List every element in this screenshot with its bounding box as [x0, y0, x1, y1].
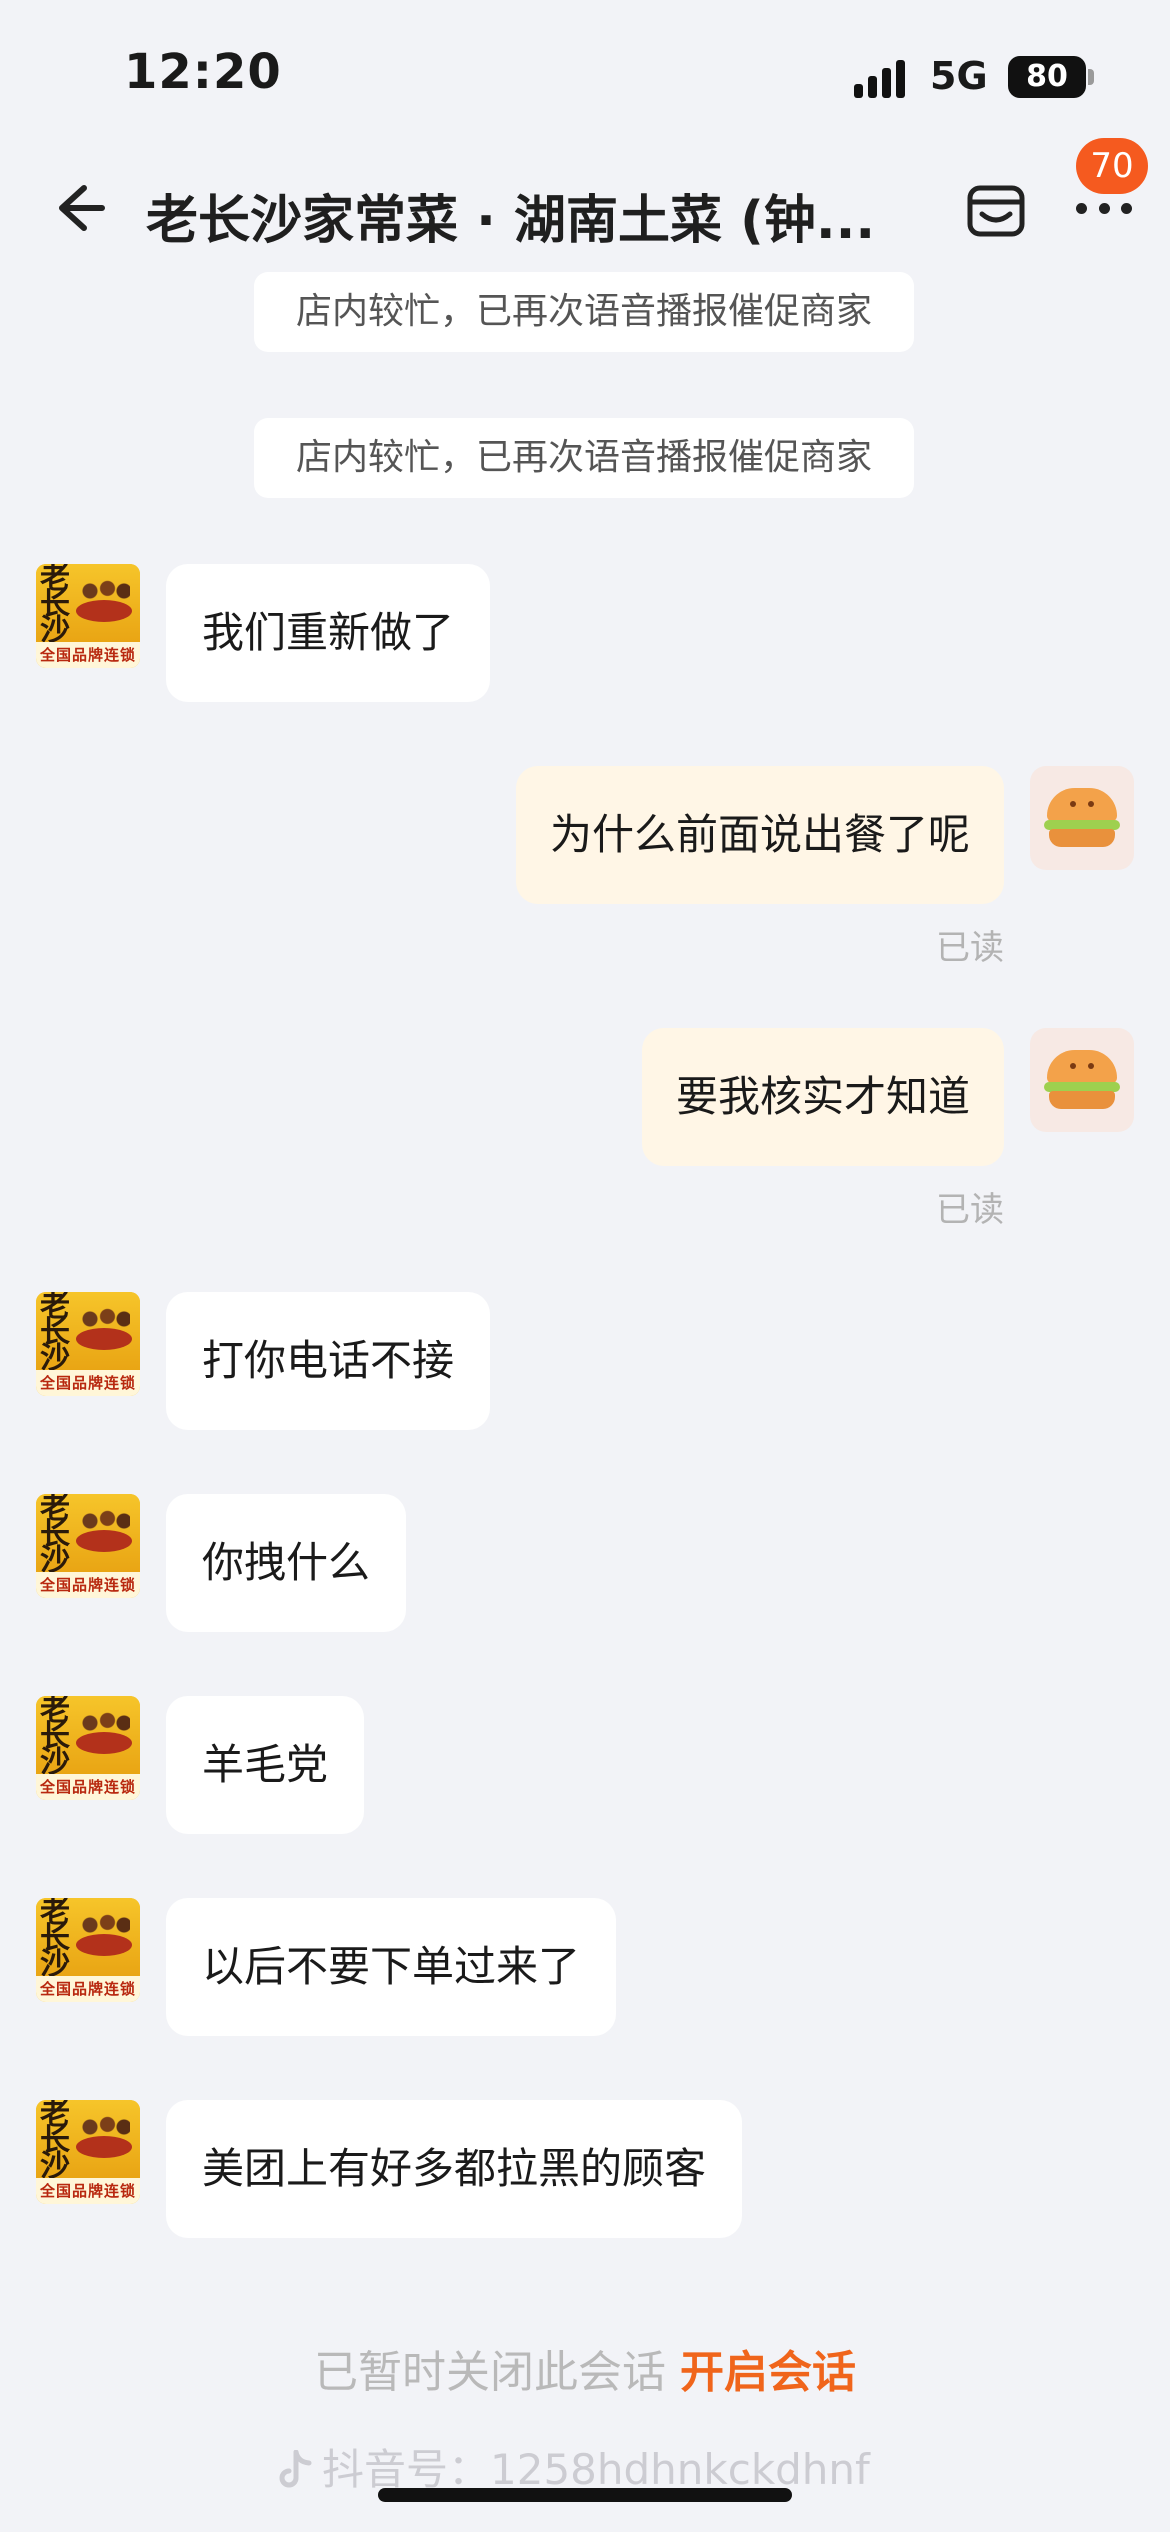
home-indicator[interactable] [378, 2488, 792, 2502]
message-bubble[interactable]: 我们重新做了 [166, 564, 491, 702]
message-row-merchant: 老长沙 全国品牌连锁 羊毛党 [36, 1696, 365, 1834]
chat-list: 店内较忙，已再次语音播报催促商家 店内较忙，已再次语音播报催促商家 老长沙 全国… [0, 270, 1170, 2270]
avatar-tagline: 全国品牌连锁 [36, 642, 140, 668]
system-tip: 店内较忙，已再次语音播报催促商家 [254, 418, 914, 498]
page-title: 老长沙家常菜 · 湖南土菜 (钟... [146, 191, 876, 251]
avatar-logo-text: 老长沙 [40, 564, 70, 648]
back-arrow-icon[interactable] [44, 176, 108, 240]
avatar-logo-text: 老长沙 [40, 1898, 70, 1982]
status-time: 12:20 [124, 44, 282, 100]
avatar-tagline: 全国品牌连锁 [36, 1774, 140, 1800]
user-avatar[interactable] [1030, 766, 1134, 870]
user-avatar[interactable] [1030, 1028, 1134, 1132]
merchant-avatar[interactable]: 老长沙 全国品牌连锁 [36, 564, 140, 668]
unread-badge: 70 [1076, 138, 1148, 194]
avatar-logo-text: 老长沙 [40, 2100, 70, 2184]
read-status: 已读 [936, 928, 1004, 968]
merchant-avatar[interactable]: 老长沙 全国品牌连锁 [36, 1292, 140, 1396]
merchant-avatar[interactable]: 老长沙 全国品牌连锁 [36, 1494, 140, 1598]
merchant-avatar[interactable]: 老长沙 全国品牌连锁 [36, 2100, 140, 2204]
avatar-tagline: 全国品牌连锁 [36, 1976, 140, 2002]
shop-icon[interactable] [962, 176, 1030, 244]
avatar-logo-text: 老长沙 [40, 1292, 70, 1376]
message-bubble[interactable]: 打你电话不接 [166, 1292, 491, 1430]
open-conversation-link[interactable]: 开启会话 [680, 2347, 856, 2398]
message-bubble[interactable]: 你拽什么 [166, 1494, 407, 1632]
watermark-text: 抖音号：1258hdhnkckdhnf [322, 2445, 870, 2494]
avatar-tagline: 全国品牌连锁 [36, 1572, 140, 1598]
merchant-avatar[interactable]: 老长沙 全国品牌连锁 [36, 1898, 140, 2002]
message-row-merchant: 老长沙 全国品牌连锁 你拽什么 [36, 1494, 407, 1632]
status-bar: 12:20 5G 80 [0, 0, 1170, 150]
network-label: 5G [930, 54, 988, 98]
read-status: 已读 [936, 1190, 1004, 1230]
message-row-user: 为什么前面说出餐了呢 [515, 766, 1134, 904]
avatar-logo-text: 老长沙 [40, 1494, 70, 1578]
battery-level: 80 [1026, 59, 1068, 94]
message-bubble[interactable]: 以后不要下单过来了 [166, 1898, 617, 2036]
message-bubble[interactable]: 美团上有好多都拉黑的顾客 [166, 2100, 743, 2238]
chat-screen: 12:20 5G 80 老长沙家常菜 · 湖南土菜 (钟... 70 店内较忙，… [0, 0, 1170, 2532]
message-bubble[interactable]: 羊毛党 [166, 1696, 365, 1834]
conversation-closed-bar: 已暂时关闭此会话 开启会话 [0, 2336, 1170, 2400]
message-row-merchant: 老长沙 全国品牌连锁 打你电话不接 [36, 1292, 491, 1430]
message-row-merchant: 老长沙 全国品牌连锁 我们重新做了 [36, 564, 491, 702]
merchant-avatar[interactable]: 老长沙 全国品牌连锁 [36, 1696, 140, 1800]
more-icon[interactable] [1076, 198, 1132, 218]
signal-bars-icon [854, 60, 914, 98]
avatar-logo-text: 老长沙 [40, 1696, 70, 1780]
avatar-tagline: 全国品牌连锁 [36, 2178, 140, 2204]
system-tip: 店内较忙，已再次语音播报催促商家 [254, 272, 914, 352]
battery-icon: 80 [1008, 56, 1086, 98]
message-row-user: 要我核实才知道 [641, 1028, 1134, 1166]
avatar-tagline: 全国品牌连锁 [36, 1370, 140, 1396]
battery-cap [1088, 69, 1094, 85]
message-row-merchant: 老长沙 全国品牌连锁 美团上有好多都拉黑的顾客 [36, 2100, 743, 2238]
conversation-closed-text: 已暂时关闭此会话 [314, 2347, 666, 2398]
message-row-merchant: 老长沙 全国品牌连锁 以后不要下单过来了 [36, 1898, 617, 2036]
chat-header: 老长沙家常菜 · 湖南土菜 (钟... [0, 150, 1170, 270]
message-bubble[interactable]: 要我核实才知道 [641, 1028, 1004, 1166]
message-bubble[interactable]: 为什么前面说出餐了呢 [515, 766, 1004, 904]
douyin-logo-icon [278, 2449, 312, 2490]
